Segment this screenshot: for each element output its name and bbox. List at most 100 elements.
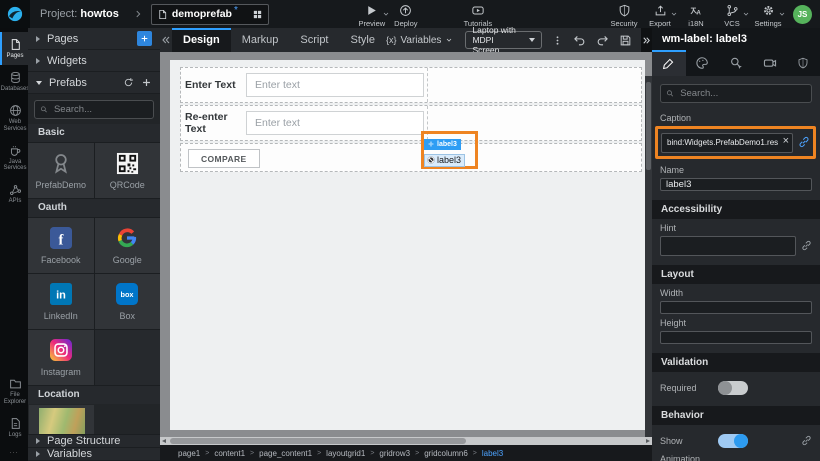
breadcrumb-layoutgrid1[interactable]: layoutgrid1 bbox=[326, 449, 365, 458]
rail-item-pages[interactable]: Pages bbox=[0, 32, 28, 65]
prefab-tile-qrcode[interactable]: QRCode bbox=[95, 143, 161, 198]
clear-icon[interactable]: × bbox=[783, 135, 789, 148]
name-label: Name bbox=[660, 165, 812, 175]
security-button[interactable]: Security bbox=[607, 1, 641, 28]
add-page-button[interactable] bbox=[137, 31, 152, 46]
label3-widget[interactable]: label3 bbox=[424, 154, 465, 167]
add-prefab-icon[interactable] bbox=[141, 77, 152, 88]
tab-security[interactable] bbox=[786, 50, 820, 76]
user-avatar[interactable]: JS bbox=[793, 5, 812, 24]
grid-icon[interactable] bbox=[252, 9, 263, 20]
deploy-button[interactable]: Deploy bbox=[389, 1, 423, 28]
rail-item-web-services[interactable]: Web Services bbox=[0, 98, 28, 138]
tab-device[interactable] bbox=[753, 50, 787, 76]
grid-row-2[interactable]: Re-enter Text bbox=[180, 105, 642, 141]
chevron-down-icon[interactable] bbox=[742, 10, 750, 18]
breadcrumb-page-content1[interactable]: page_content1 bbox=[259, 449, 312, 458]
gear-icon bbox=[762, 4, 775, 17]
redo-icon[interactable] bbox=[596, 34, 609, 47]
scrollbar-thumb[interactable] bbox=[170, 438, 466, 444]
accordion-page-structure[interactable]: Page Structure bbox=[28, 434, 160, 448]
grid-row-1[interactable]: Enter Text bbox=[180, 67, 642, 103]
tab-markup[interactable]: Markup bbox=[231, 28, 290, 52]
tab-design[interactable]: Design bbox=[172, 28, 231, 52]
scroll-right-arrow-icon[interactable] bbox=[646, 439, 650, 443]
prefab-tile-linkedin[interactable]: LinkedIn bbox=[28, 274, 94, 329]
grid-column-empty[interactable] bbox=[428, 68, 641, 102]
breadcrumb-gridrow3[interactable]: gridrow3 bbox=[379, 449, 410, 458]
settings-button[interactable]: Settings bbox=[751, 1, 785, 28]
accordion-widgets[interactable]: Widgets bbox=[28, 50, 160, 72]
tutorials-button[interactable]: Tutorials bbox=[461, 1, 495, 28]
breadcrumb-label3[interactable]: label3 bbox=[482, 449, 503, 458]
show-toggle[interactable] bbox=[718, 434, 748, 448]
tab-styles[interactable] bbox=[686, 50, 720, 76]
chevron-down-icon[interactable] bbox=[670, 10, 678, 18]
app-logo[interactable] bbox=[0, 0, 30, 28]
chevron-down-icon[interactable] bbox=[778, 10, 786, 18]
canvas-horizontal-scrollbar[interactable] bbox=[160, 437, 652, 445]
compare-button[interactable]: COMPARE bbox=[188, 149, 260, 168]
layout-grid[interactable]: Enter Text Re-enter Text COMPARE bbox=[180, 67, 642, 174]
play-icon bbox=[365, 4, 378, 17]
vcs-button[interactable]: VCS bbox=[715, 1, 749, 28]
preview-button[interactable]: Preview bbox=[355, 1, 389, 28]
facebook-icon bbox=[49, 226, 73, 250]
canvas-vertical-scrollbar[interactable] bbox=[645, 76, 652, 461]
name-input[interactable] bbox=[660, 178, 812, 191]
rail-item-file-explorer[interactable]: File Explorer bbox=[0, 371, 28, 411]
variables-dropdown[interactable]: {x} Variables bbox=[386, 35, 453, 46]
enter-text-input[interactable] bbox=[246, 73, 424, 97]
hint-input[interactable] bbox=[660, 236, 796, 256]
rail-item-java-services[interactable]: Java Services bbox=[0, 138, 28, 178]
expand-right-panel-icon[interactable] bbox=[641, 28, 652, 52]
prefab-tile-facebook[interactable]: Facebook bbox=[28, 218, 94, 273]
save-icon[interactable] bbox=[619, 34, 632, 47]
property-search-input[interactable] bbox=[678, 87, 806, 100]
undo-icon[interactable] bbox=[573, 34, 586, 47]
bind-link-icon[interactable] bbox=[801, 435, 812, 446]
accordion-prefabs[interactable]: Prefabs bbox=[28, 72, 160, 94]
prefab-tile-google[interactable]: Google bbox=[95, 218, 161, 273]
i18n-button[interactable]: i18N bbox=[679, 1, 713, 28]
prefab-search[interactable] bbox=[34, 100, 154, 119]
prefab-tile-box[interactable]: Box bbox=[95, 274, 161, 329]
bind-link-icon[interactable] bbox=[801, 240, 812, 251]
breadcrumb-content1[interactable]: content1 bbox=[214, 449, 245, 458]
map-thumbnail bbox=[39, 408, 85, 434]
scroll-left-arrow-icon[interactable] bbox=[162, 439, 166, 443]
refresh-icon[interactable] bbox=[123, 77, 134, 88]
rail-item-logs[interactable]: Logs bbox=[0, 411, 28, 444]
widget-drag-handle[interactable]: label3 bbox=[424, 139, 461, 150]
re-enter-text-input[interactable] bbox=[246, 111, 424, 135]
design-page[interactable]: Enter Text Re-enter Text COMPARE bbox=[170, 60, 645, 430]
rail-item-apis[interactable]: APIs bbox=[0, 177, 28, 210]
prefab-tile-prefabdemo[interactable]: PrefabDemo bbox=[28, 143, 94, 198]
export-button[interactable]: Export bbox=[643, 1, 677, 28]
height-input[interactable] bbox=[660, 331, 812, 344]
page-tab-demoprefab[interactable]: demoprefab * bbox=[151, 4, 269, 25]
property-search[interactable] bbox=[660, 84, 812, 103]
prefab-tile-instagram[interactable]: Instagram bbox=[28, 330, 94, 385]
collapse-left-panel-icon[interactable] bbox=[160, 34, 172, 46]
required-toggle[interactable] bbox=[718, 381, 748, 395]
device-selector[interactable]: Laptop with MDPI Screen bbox=[465, 31, 542, 49]
tab-properties[interactable] bbox=[652, 50, 686, 76]
width-input[interactable] bbox=[660, 301, 812, 314]
caption-input[interactable] bbox=[661, 133, 793, 153]
prefab-search-input[interactable] bbox=[52, 103, 148, 116]
bind-link-icon[interactable] bbox=[798, 136, 810, 148]
tab-inspect[interactable] bbox=[719, 50, 753, 76]
scrollbar-thumb[interactable] bbox=[646, 82, 651, 170]
kebab-menu-icon[interactable] bbox=[552, 35, 563, 46]
rail-item-databases[interactable]: Databases bbox=[0, 65, 28, 98]
more-icon[interactable]: ... bbox=[0, 444, 28, 461]
tab-script[interactable]: Script bbox=[289, 28, 339, 52]
grid-row-3[interactable]: COMPARE bbox=[180, 143, 642, 172]
accordion-pages[interactable]: Pages bbox=[28, 28, 160, 50]
breadcrumb-gridcolumn6[interactable]: gridcolumn6 bbox=[424, 449, 468, 458]
breadcrumb-page1[interactable]: page1 bbox=[178, 449, 200, 458]
prefab-tile-location[interactable] bbox=[29, 405, 94, 434]
tab-style[interactable]: Style bbox=[340, 28, 386, 52]
accordion-variables[interactable]: Variables bbox=[28, 448, 160, 461]
